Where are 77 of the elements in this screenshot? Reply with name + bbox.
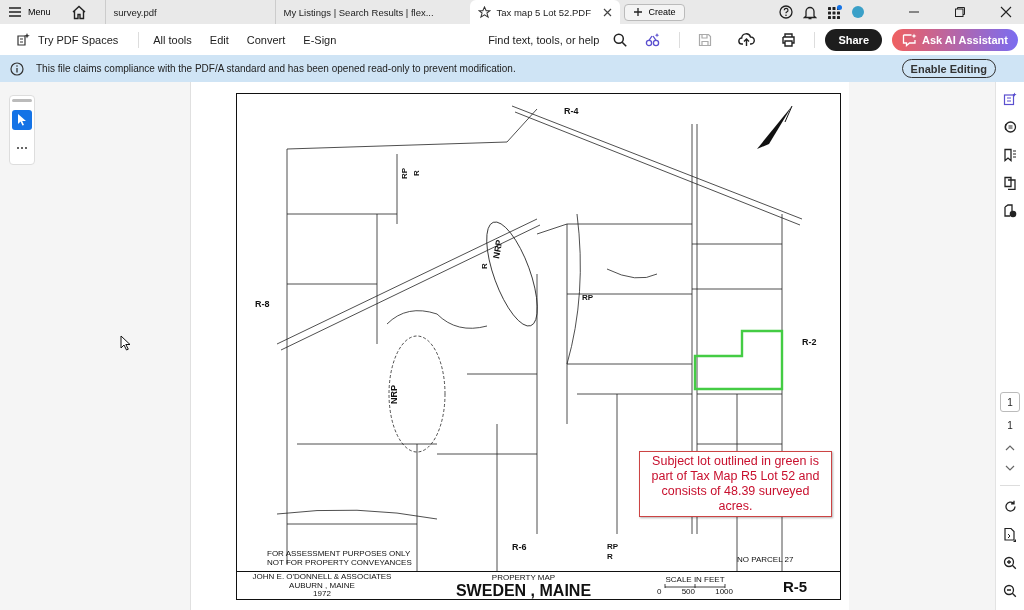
zone-label: RP	[400, 167, 409, 179]
home-icon[interactable]	[70, 4, 87, 20]
menu-item[interactable]: Edit	[205, 33, 233, 46]
close-icon[interactable]	[1000, 6, 1012, 18]
zone-label: R-4	[564, 106, 579, 116]
map-note: NO PARCEL 27	[737, 555, 794, 564]
zoom-in-icon[interactable]	[1003, 556, 1017, 570]
mouse-cursor-icon	[120, 335, 132, 351]
scale-bar	[664, 584, 726, 588]
ai-sparkle-icon[interactable]	[1003, 92, 1017, 106]
pdf-spaces-button[interactable]: Try PDF Spaces	[12, 31, 123, 48]
north-arrow-icon	[757, 105, 793, 149]
spaces-icon	[16, 31, 32, 48]
chevron-up-icon[interactable]	[1005, 445, 1015, 451]
select-tool-button[interactable]	[12, 110, 32, 130]
map-title: SWEDEN , MAINE	[455, 582, 592, 598]
firm-credit: AUBURN , MAINE	[289, 581, 355, 591]
bookmark-icon[interactable]	[1003, 148, 1017, 162]
more-icon	[16, 146, 28, 150]
firm-credit: JOHN E. O'DONNELL & ASSOCIATES	[252, 573, 392, 582]
zone-label: NRP	[389, 385, 399, 404]
rotate-icon[interactable]	[1003, 500, 1017, 513]
menu-item[interactable]: E-Sign	[299, 33, 341, 46]
zone-label: RP	[607, 542, 619, 551]
zone-label: R	[412, 170, 421, 176]
document-tab[interactable]: Tax map 5 Lot 52.PDF	[469, 0, 620, 24]
restore-icon[interactable]	[954, 6, 966, 18]
scale-tick: 1000	[715, 588, 733, 597]
zone-label: R-6	[512, 542, 527, 552]
create-button[interactable]: Create	[623, 3, 685, 21]
search-icon[interactable]	[613, 32, 628, 47]
apps-grid-icon[interactable]	[827, 4, 842, 20]
scale-tick: 0	[657, 588, 662, 597]
banner-message: This file claims compliance with the PDF/A standard and has been opened read-only to prevent modification.	[36, 63, 516, 74]
sparkle-tools-icon[interactable]	[645, 31, 662, 48]
info-icon	[10, 61, 24, 76]
chevron-down-icon[interactable]	[1005, 465, 1015, 471]
zone-label: RP	[582, 293, 594, 302]
scale-label: SCALE IN FEET	[665, 575, 725, 584]
search-button[interactable]: Find text, tools, or help	[484, 33, 604, 46]
file-info-icon[interactable]	[1003, 204, 1017, 218]
help-icon[interactable]	[779, 5, 793, 19]
hamburger-icon	[8, 6, 22, 18]
zone-label: R-8	[255, 299, 270, 309]
page-fit-icon[interactable]	[1003, 527, 1017, 542]
bell-icon[interactable]	[803, 4, 817, 20]
comment-icon[interactable]	[1003, 120, 1017, 134]
ai-assistant-button[interactable]: Ask AI Assistant	[892, 28, 1018, 51]
zone-label: R	[607, 552, 613, 561]
annotation-callout: Subject lot outlined in green is part of Tax Map R5 Lot 52 and consists of 48.39 surveyed acres.	[639, 451, 832, 517]
zone-label: R-2	[802, 337, 817, 347]
share-button[interactable]: Share	[825, 28, 882, 51]
tab-label: My Listings | Search Results | flex...	[283, 6, 434, 18]
zoom-out-icon[interactable]	[1003, 584, 1017, 598]
sheet-number: R-5	[781, 577, 809, 595]
map-note: FOR ASSESSMENT PURPOSES ONLY	[267, 549, 411, 558]
tab-label: survey.pdf	[113, 6, 157, 18]
map-note: NOT FOR PROPERTY CONVEYANCES	[267, 558, 412, 567]
upload-cloud-icon[interactable]	[738, 32, 756, 47]
chat-sparkle-icon	[902, 32, 917, 47]
page-number-field[interactable]: 1	[1000, 392, 1020, 412]
menu-item[interactable]: Convert	[242, 33, 290, 46]
page-count: 1	[1007, 420, 1013, 431]
tab-label: Tax map 5 Lot 52.PDF	[496, 6, 592, 18]
zone-label: NRP	[491, 238, 505, 260]
print-icon[interactable]	[781, 32, 797, 47]
pointer-icon	[16, 113, 28, 127]
map-kind: PROPERTY MAP	[491, 574, 556, 583]
firm-credit: 1972	[313, 590, 331, 599]
plus-icon	[632, 7, 643, 17]
scale-tick: 500	[681, 588, 695, 597]
zone-label: R	[480, 263, 489, 269]
menu-item[interactable]: All tools	[149, 33, 196, 46]
pages-icon[interactable]	[1003, 176, 1017, 190]
close-icon[interactable]	[602, 7, 612, 17]
menu-button[interactable]: Menu	[8, 6, 57, 18]
star-icon[interactable]	[477, 5, 491, 19]
